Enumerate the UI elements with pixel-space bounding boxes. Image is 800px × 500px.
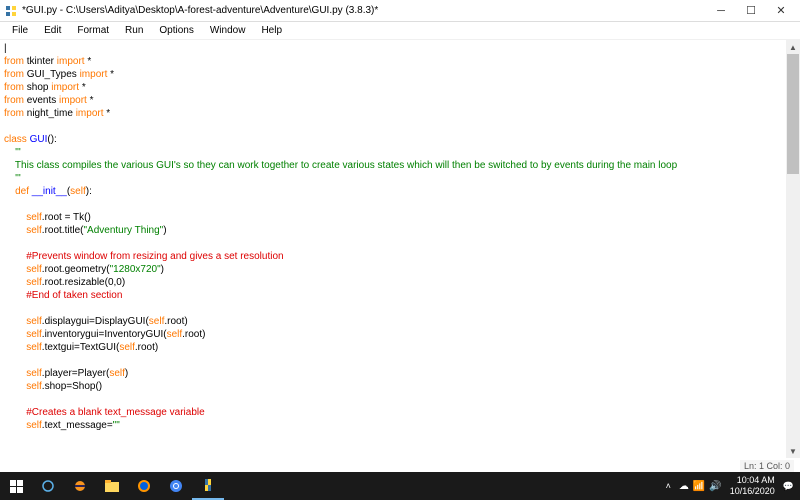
notifications-icon[interactable]: 💬 [783, 481, 794, 492]
scroll-thumb[interactable] [787, 54, 799, 174]
minimize-button[interactable]: ─ [706, 1, 736, 21]
clock[interactable]: 10:04 AM 10/16/2020 [730, 475, 775, 497]
menu-file[interactable]: File [4, 23, 36, 38]
eclipse-icon[interactable] [64, 472, 96, 500]
volume-icon[interactable]: 🔊 [709, 481, 721, 492]
menu-bar: File Edit Format Run Options Window Help [0, 22, 800, 40]
window-controls: ─ ☐ ✕ [706, 1, 796, 21]
menu-help[interactable]: Help [253, 23, 290, 38]
cursor-position: Ln: 1 Col: 0 [744, 461, 790, 471]
menu-window[interactable]: Window [202, 23, 254, 38]
vertical-scrollbar[interactable]: ▲ ▼ [786, 40, 800, 458]
start-button[interactable] [0, 472, 32, 500]
code-editor[interactable]: | from tkinter import * from GUI_Types i… [0, 40, 800, 458]
taskbar: ˄ ☁ 📶 🔊 10:04 AM 10/16/2020 💬 [0, 472, 800, 500]
scroll-down-arrow[interactable]: ▼ [786, 444, 800, 458]
onedrive-icon[interactable]: ☁ [679, 481, 689, 492]
maximize-button[interactable]: ☐ [736, 1, 766, 21]
menu-edit[interactable]: Edit [36, 23, 69, 38]
taskbar-left [0, 472, 224, 500]
file-explorer-icon[interactable] [96, 472, 128, 500]
firefox-icon[interactable] [128, 472, 160, 500]
system-tray: ˄ ☁ 📶 🔊 10:04 AM 10/16/2020 💬 [666, 472, 800, 500]
cortana-icon[interactable] [32, 472, 64, 500]
title-bar: *GUI.py - C:\Users\Aditya\Desktop\A-fore… [0, 0, 800, 22]
chrome-icon[interactable] [160, 472, 192, 500]
code-content: | from tkinter import * from GUI_Types i… [4, 42, 796, 458]
tray-icons: ☁ 📶 🔊 [679, 481, 722, 492]
status-bar: Ln: 1 Col: 0 [740, 460, 794, 472]
date: 10/16/2020 [730, 486, 775, 497]
close-button[interactable]: ✕ [766, 1, 796, 21]
window-title: *GUI.py - C:\Users\Aditya\Desktop\A-fore… [22, 5, 706, 16]
scroll-up-arrow[interactable]: ▲ [786, 40, 800, 54]
tray-chevron-icon[interactable]: ˄ [666, 481, 671, 491]
app-icon [4, 4, 18, 18]
wifi-icon[interactable]: 📶 [693, 481, 705, 492]
menu-run[interactable]: Run [117, 23, 151, 38]
time: 10:04 AM [730, 475, 775, 486]
menu-format[interactable]: Format [69, 23, 117, 38]
menu-options[interactable]: Options [151, 23, 201, 38]
idle-icon[interactable] [192, 472, 224, 500]
